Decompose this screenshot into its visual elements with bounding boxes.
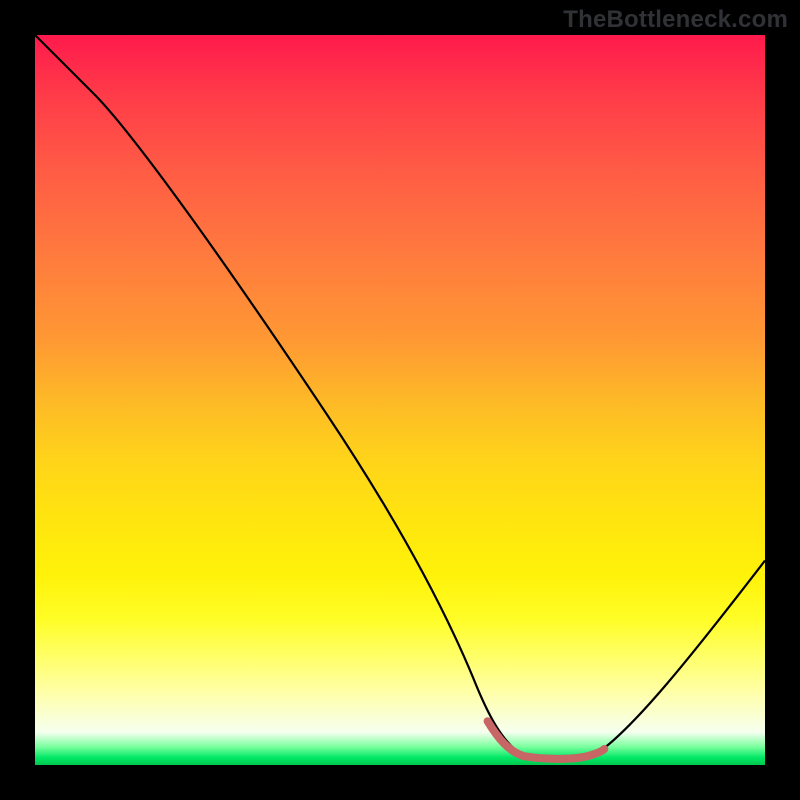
highlight-segment <box>488 721 605 759</box>
chart-frame: TheBottleneck.com <box>0 0 800 800</box>
watermark-text: TheBottleneck.com <box>563 6 788 34</box>
curve-layer <box>35 35 765 765</box>
main-curve <box>35 35 765 759</box>
plot-area <box>35 35 765 765</box>
